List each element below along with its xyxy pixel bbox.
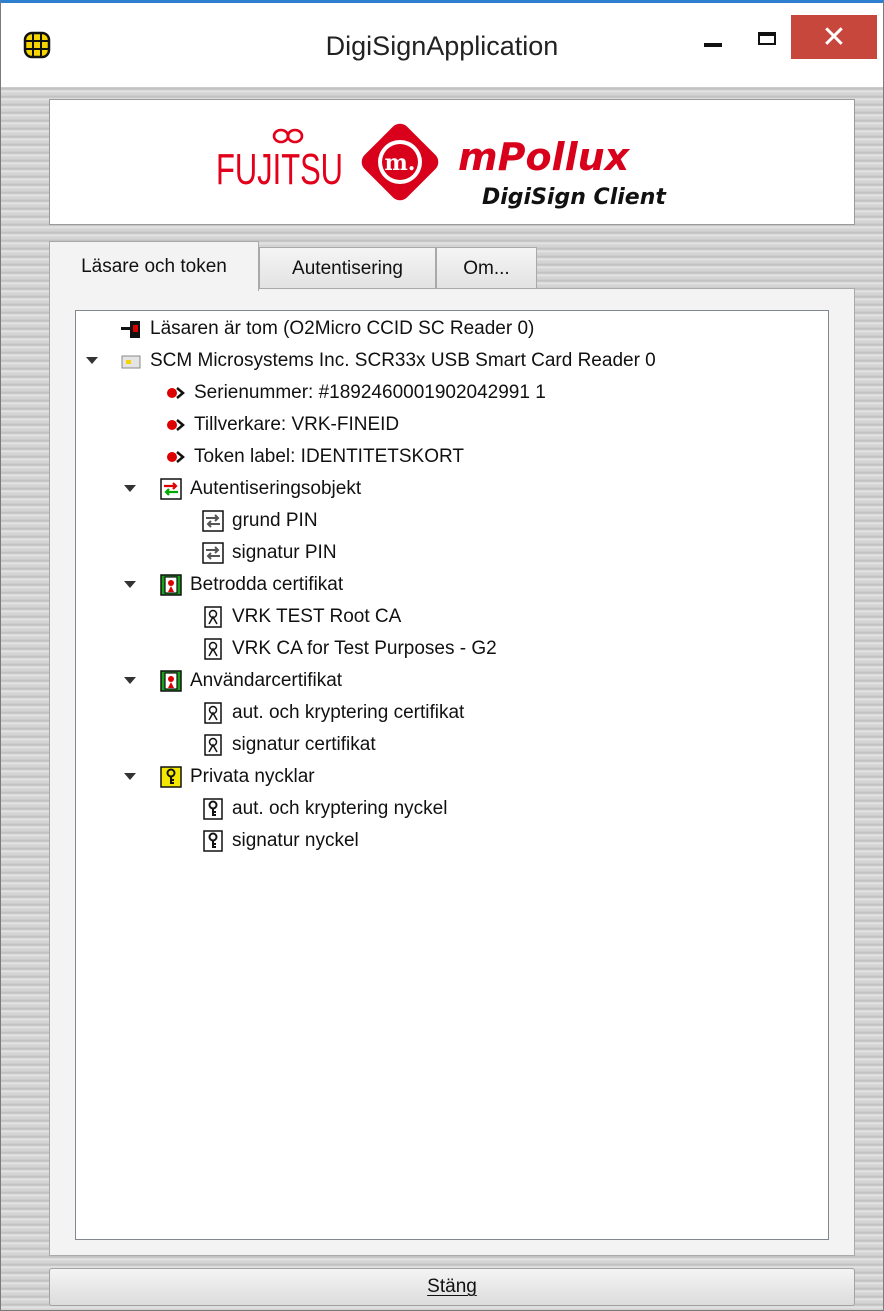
certificate-folder-icon	[160, 670, 182, 692]
key-folder-icon	[160, 766, 182, 788]
key-icon	[203, 830, 223, 852]
tree-item-manufacturer[interactable]: Tillverkare: VRK-FINEID	[164, 410, 399, 440]
property-bullet-icon	[167, 451, 185, 463]
expand-arrow-icon[interactable]	[86, 357, 98, 364]
close-window-button[interactable]: ✕	[791, 15, 877, 59]
tree-item-label: aut. och kryptering certifikat	[232, 702, 465, 723]
tree-item-label: Tillverkare: VRK-FINEID	[194, 414, 400, 435]
tree-item-reader[interactable]: SCM Microsystems Inc. SCR33x USB Smart C…	[120, 346, 656, 376]
certificate-icon	[204, 606, 222, 628]
maximize-button[interactable]	[745, 15, 789, 61]
tree-item-label: Privata nycklar	[190, 766, 315, 787]
tree-item-label: Betrodda certifikat	[190, 574, 344, 595]
key-icon	[203, 798, 223, 820]
certificate-folder-icon	[160, 574, 182, 596]
logo-banner: FUJITSU m. mPollux DigiSign Client	[49, 99, 855, 225]
title-bar[interactable]: DigiSignApplication ✕	[1, 3, 883, 87]
empty-reader-icon	[121, 321, 140, 338]
tab-about[interactable]: Om...	[436, 247, 537, 289]
tree-item-token-label[interactable]: Token label: IDENTITETSKORT	[164, 442, 464, 472]
fujitsu-mpollux-logo: FUJITSU m. mPollux DigiSign Client	[216, 123, 667, 210]
property-bullet-icon	[167, 387, 185, 399]
mpollux-badge-text: m.	[385, 150, 416, 176]
close-button-label: Stäng	[427, 1276, 477, 1297]
digisign-client-subtitle: DigiSign Client	[482, 185, 667, 210]
tree-item-label: Autentiseringsobjekt	[190, 478, 362, 499]
maximize-icon	[758, 31, 776, 45]
tree-item-private-keys[interactable]: Privata nycklar	[160, 762, 315, 792]
tree-item-serial[interactable]: Serienummer: #1892460001902042991 1	[164, 378, 546, 408]
tree-item-certificate[interactable]: VRK CA for Test Purposes - G2	[202, 634, 497, 664]
card-reader-icon	[121, 355, 141, 369]
tab-readers-tokens[interactable]: Läsare och token	[49, 241, 259, 291]
minimize-icon	[704, 43, 722, 47]
tree-item-pin[interactable]: grund PIN	[202, 506, 318, 536]
app-window: DigiSignApplication ✕ FUJITSU m. mPollux…	[0, 0, 884, 1311]
expand-arrow-icon[interactable]	[124, 773, 136, 780]
tree-item-user-certs[interactable]: Användarcertifikat	[160, 666, 342, 696]
tree-item-key[interactable]: signatur nyckel	[202, 826, 359, 856]
certificate-icon	[204, 638, 222, 660]
tab-authentication[interactable]: Autentisering	[259, 247, 436, 289]
expand-arrow-icon[interactable]	[124, 485, 136, 492]
tree-item-label: signatur certifikat	[232, 734, 376, 755]
tree-item-label: Serienummer: #1892460001902042991 1	[194, 382, 546, 403]
pin-icon	[202, 510, 224, 532]
tree-item-key[interactable]: aut. och kryptering nyckel	[202, 794, 447, 824]
certificate-icon	[204, 702, 222, 724]
tree-item-label: aut. och kryptering nyckel	[232, 798, 448, 819]
mpollux-wordmark: mPollux	[458, 135, 631, 179]
tree-item-certificate[interactable]: signatur certifikat	[202, 730, 376, 760]
tree-item-pin[interactable]: signatur PIN	[202, 538, 337, 568]
auth-objects-icon	[160, 478, 182, 500]
pin-icon	[202, 542, 224, 564]
tree-item-label: SCM Microsystems Inc. SCR33x USB Smart C…	[150, 350, 656, 371]
tree-item-label: Läsaren är tom (O2Micro CCID SC Reader 0…	[150, 318, 535, 339]
expand-arrow-icon[interactable]	[124, 677, 136, 684]
close-icon: ✕	[821, 20, 847, 54]
close-dialog-button[interactable]: Stäng	[49, 1268, 855, 1306]
tree-item-empty-reader[interactable]: Läsaren är tom (O2Micro CCID SC Reader 0…	[120, 314, 534, 344]
tree-item-label: Token label: IDENTITETSKORT	[194, 446, 464, 467]
tree-item-trusted-certs[interactable]: Betrodda certifikat	[160, 570, 343, 600]
tree-item-certificate[interactable]: VRK TEST Root CA	[202, 602, 401, 632]
property-bullet-icon	[167, 419, 185, 431]
tree-item-label: VRK CA for Test Purposes - G2	[232, 638, 497, 659]
tree-item-certificate[interactable]: aut. och kryptering certifikat	[202, 698, 464, 728]
tree-item-label: Användarcertifikat	[190, 670, 343, 691]
certificate-icon	[204, 734, 222, 756]
expand-arrow-icon[interactable]	[124, 581, 136, 588]
token-tree[interactable]: Läsaren är tom (O2Micro CCID SC Reader 0…	[75, 310, 829, 1240]
tree-item-auth-objects[interactable]: Autentiseringsobjekt	[160, 474, 361, 504]
tree-item-label: signatur PIN	[232, 542, 337, 563]
tree-item-label: grund PIN	[232, 510, 318, 531]
fujitsu-wordmark: FUJITSU	[216, 145, 343, 194]
tree-item-label: VRK TEST Root CA	[232, 606, 402, 627]
minimize-button[interactable]	[691, 15, 735, 61]
tree-item-label: signatur nyckel	[232, 830, 359, 851]
